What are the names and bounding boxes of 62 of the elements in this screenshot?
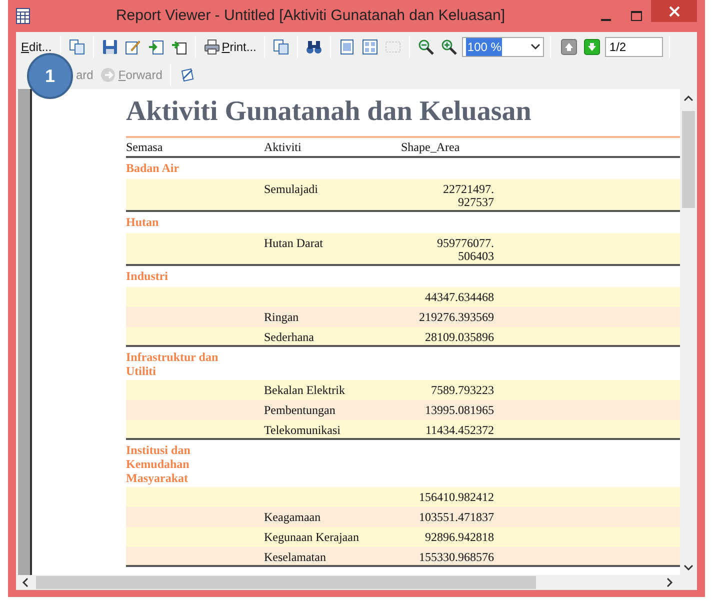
column-header: Aktiviti: [264, 139, 302, 154]
table-cell-text: 156410.982412: [418, 489, 494, 504]
window-title: Report Viewer - Untitled [Aktiviti Gunatanah dan Keluasan]: [114, 6, 506, 26]
printer-icon: [204, 38, 220, 54]
single-page-icon[interactable]: [339, 38, 356, 54]
printer-button[interactable]: Print...: [202, 36, 258, 56]
app-icon: [16, 8, 30, 24]
group-name: Badan Air: [126, 160, 180, 175]
scroll-up-icon[interactable]: [684, 95, 693, 101]
scroll-right-icon[interactable]: [667, 578, 673, 587]
export-icon[interactable]: [170, 38, 187, 54]
table-cell-text: 92896.942818: [424, 529, 494, 544]
table-cell-text: 22721497.927537: [442, 181, 494, 209]
zoom-out-icon[interactable]: [418, 38, 434, 54]
note-pen-icon[interactable]: [179, 67, 196, 83]
group-name: Institusi dan Kemudahan Masyarakat: [126, 442, 192, 485]
copy-pages-icon[interactable]: [68, 38, 85, 54]
table-cell-text: 959776077.506403: [436, 235, 494, 263]
scroll-left-icon[interactable]: [22, 578, 28, 587]
table-cell-text: Sederhana: [264, 329, 315, 344]
group-name: Infrastruktur dan Utiliti: [126, 349, 220, 378]
close-button[interactable]: [651, 0, 697, 22]
scroll-down-icon[interactable]: [684, 565, 693, 571]
table-cell-text: Bekalan Elektrik: [264, 382, 346, 397]
scrollbar-thumb[interactable]: [682, 111, 695, 208]
table-cell-text: 155330.968576: [418, 549, 494, 564]
table-cell-text: Ringan: [264, 309, 300, 324]
table-cell-text: Pembentungan: [264, 402, 336, 417]
table-cell-text: 7589.793223: [430, 382, 494, 397]
column-header: Semasa: [126, 139, 164, 154]
table-cell-text: Keagamaan: [264, 509, 322, 524]
close-icon: [668, 6, 680, 16]
export-icon[interactable]: [148, 38, 164, 54]
group-name: Hutan: [126, 214, 160, 229]
group-name: Industri: [126, 268, 170, 283]
table-cell-text: Keselamatan: [264, 549, 327, 564]
zoom-in-icon[interactable]: [441, 38, 458, 54]
table-cell-text: 219276.393569: [418, 309, 494, 324]
dropdown-caret-icon: [531, 44, 540, 50]
page-down-icon[interactable]: [584, 38, 600, 54]
column-header: Shape_Area: [401, 139, 461, 154]
table-cell-text: 103551.471837: [418, 509, 494, 524]
table-cell-text: 13995.081965: [424, 402, 494, 417]
save-icon[interactable]: [102, 38, 118, 54]
table-cell-text: Hutan Darat: [264, 235, 324, 250]
table-cell-text: 28109.035896: [424, 329, 494, 344]
report-title: Aktiviti Gunatanah dan Keluasan: [126, 96, 532, 128]
edit-icon[interactable]: [124, 38, 141, 54]
zoom-dropdown[interactable]: 100 %: [462, 36, 544, 56]
table-cell-text: 44347.634468: [424, 289, 494, 304]
minimize-icon: [601, 19, 611, 21]
scrollbar-thumb[interactable]: [36, 576, 536, 589]
copy-icon[interactable]: [273, 38, 290, 54]
table-cell-text: Semulajadi: [264, 181, 319, 196]
forward-icon: [100, 67, 116, 83]
table-cell-text: Telekomunikasi: [264, 422, 342, 437]
maximize-icon: [630, 11, 642, 21]
binoculars-icon[interactable]: [306, 38, 322, 54]
table-cell-text: Kegunaan Kerajaan: [264, 529, 360, 544]
table-cell-text: 11434.452372: [424, 422, 494, 437]
page-number-field[interactable]: 1/2: [605, 36, 664, 56]
multi-page-icon[interactable]: [362, 38, 378, 54]
